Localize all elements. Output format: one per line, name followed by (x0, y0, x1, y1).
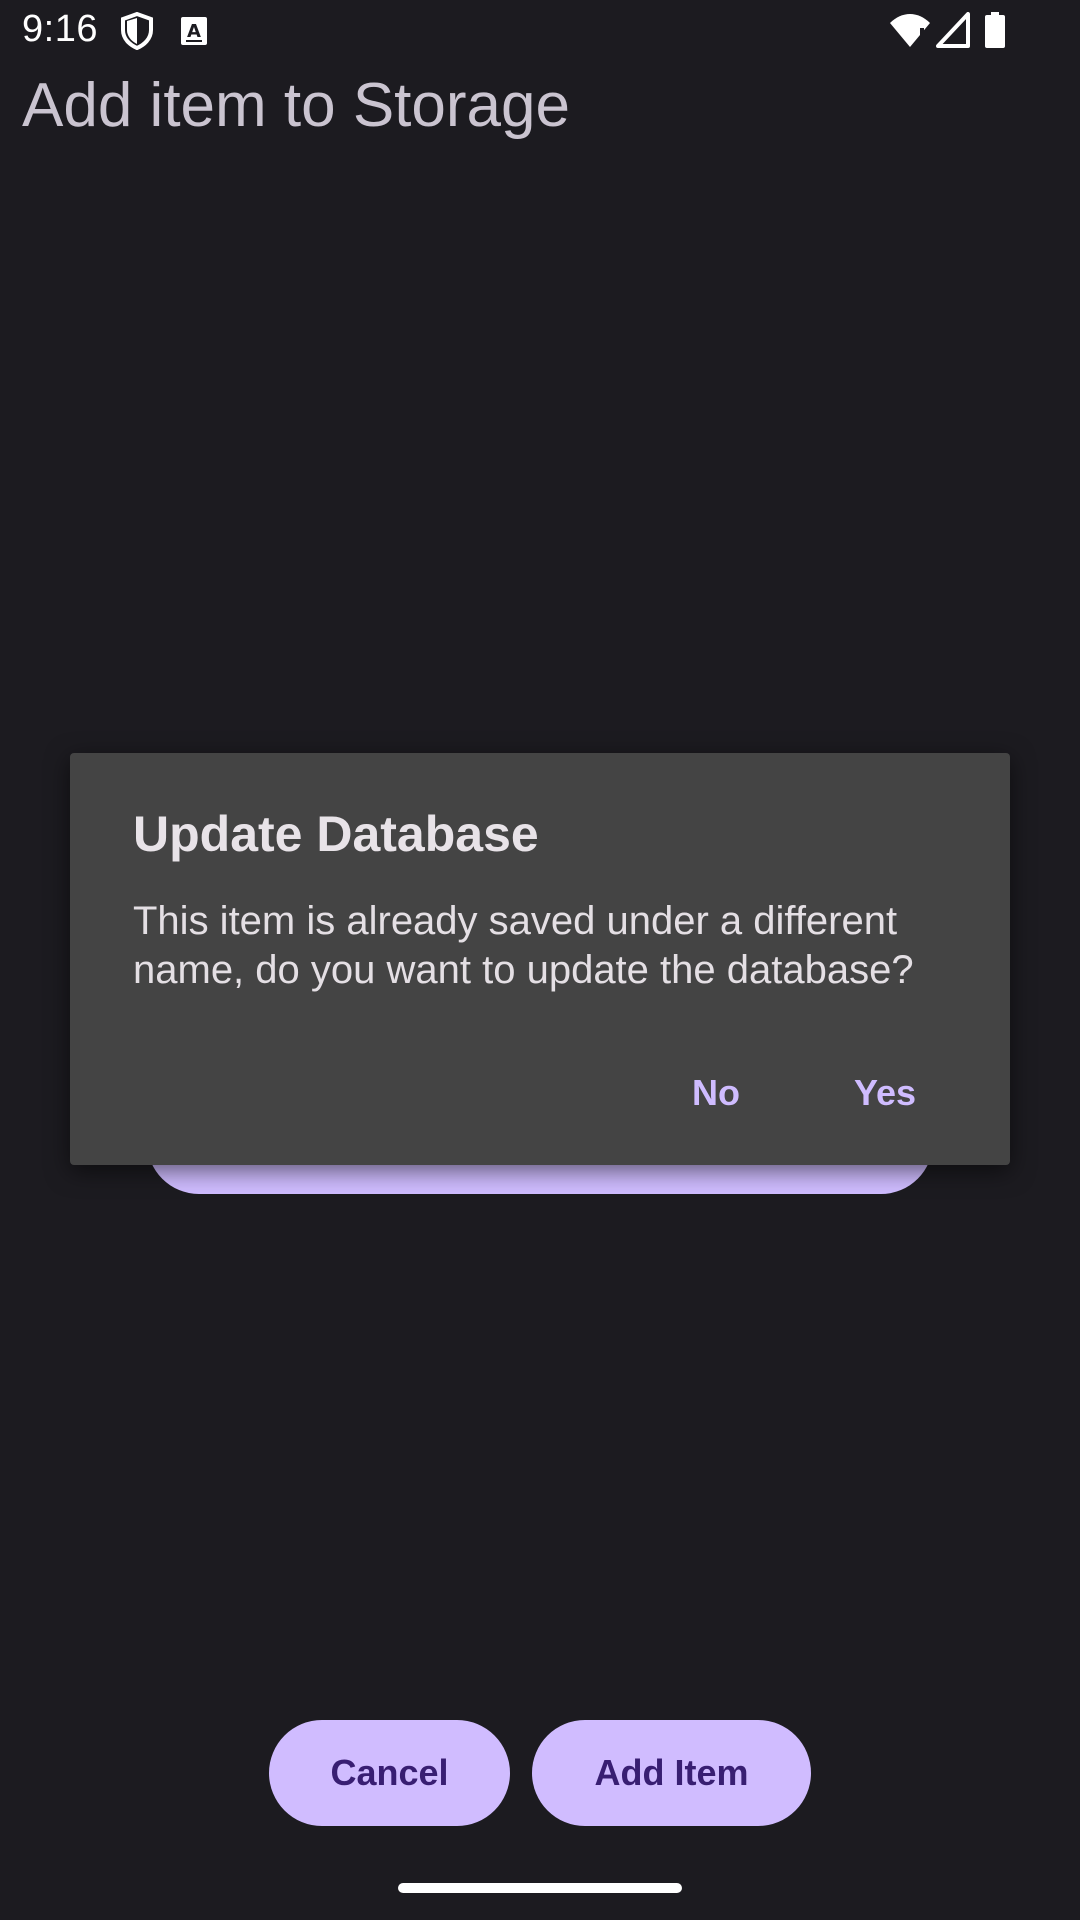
navigation-handle[interactable] (398, 1883, 682, 1893)
add-item-button[interactable]: Add Item (532, 1720, 811, 1826)
svg-text:A: A (187, 21, 201, 42)
update-database-dialog: Update Database This item is already sav… (70, 753, 1010, 1165)
battery-icon (984, 12, 1006, 53)
signal-icon (936, 12, 970, 53)
wifi-icon (890, 14, 930, 53)
keyboard-a-icon: A (180, 16, 208, 51)
status-time: 9:16 (22, 8, 98, 50)
page-title: Add item to Storage (22, 71, 570, 140)
yes-button[interactable]: Yes (834, 1053, 936, 1133)
shield-icon (120, 11, 154, 55)
no-button[interactable]: No (672, 1053, 760, 1133)
dialog-title: Update Database (133, 806, 539, 862)
status-bar: 9:16 A (0, 0, 1080, 62)
dialog-message: This item is already saved under a diffe… (133, 899, 914, 992)
cancel-button[interactable]: Cancel (269, 1720, 510, 1826)
